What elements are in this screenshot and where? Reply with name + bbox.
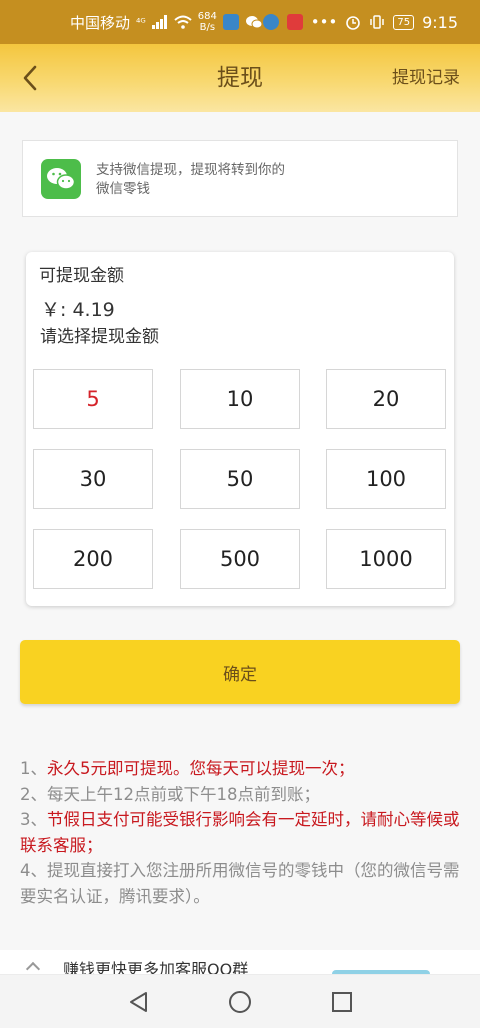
amount-card: 可提现金额 ￥: 4.19 请选择提现金额 5 10 20 30 50 100 … [26, 252, 454, 606]
clock: 9:15 [422, 12, 458, 32]
withdraw-notes: 1、永久5元即可提现。您每天可以提现一次； 2、每天上午12点前或下午18点前到… [20, 756, 460, 909]
amount-option-5[interactable]: 5 [33, 369, 153, 429]
note-item: 1、永久5元即可提现。您每天可以提现一次； [20, 759, 355, 778]
select-amount-prompt: 请选择提现金额 [40, 327, 159, 347]
amount-option-20[interactable]: 20 [326, 369, 446, 429]
signal-icon: ⁴ᴳ [136, 15, 146, 29]
promo-text: 赚钱更快更多加客服QQ群 [63, 960, 249, 974]
amount-option-1000[interactable]: 1000 [326, 529, 446, 589]
system-nav-bar [0, 974, 480, 1028]
carrier-name: 中国移动 [70, 13, 131, 32]
triangle-back-icon [130, 992, 147, 1012]
amount-options-grid: 5 10 20 30 50 100 200 500 1000 [33, 369, 447, 590]
amount-option-200[interactable]: 200 [33, 529, 153, 589]
square-recent-icon [332, 992, 352, 1012]
battery-icon: 75 [393, 14, 415, 30]
amount-option-10[interactable]: 10 [180, 369, 300, 429]
amount-option-30[interactable]: 30 [33, 449, 153, 509]
amount-option-500[interactable]: 500 [180, 529, 300, 589]
app-header: 提现 提现记录 [0, 44, 480, 112]
wechat-notification-icon [245, 16, 263, 29]
available-balance: ￥: 4.19 [41, 299, 115, 321]
available-amount-label: 可提现金额 [39, 266, 124, 286]
promo-arrow-icon [25, 961, 41, 974]
withdraw-history-link[interactable]: 提现记录 [392, 44, 460, 112]
wechat-withdraw-card: 支持微信提现，提现将转到你的微信零钱 [22, 140, 458, 217]
nav-recent-button[interactable] [327, 987, 357, 1017]
amount-option-50[interactable]: 50 [180, 449, 300, 509]
chevron-left-icon [23, 65, 37, 91]
amount-option-100[interactable]: 100 [326, 449, 446, 509]
nav-home-button[interactable] [225, 987, 255, 1017]
status-bar: 中国移动 ⁴ᴳ 684 B/s ••• 75 9:15 [0, 0, 480, 44]
note-item: 2、每天上午12点前或下午18点前到账； [20, 784, 320, 804]
wifi-icon [174, 15, 192, 29]
net-speed: 684 B/s [197, 11, 217, 33]
nav-back-button[interactable] [123, 987, 153, 1017]
wechat-description: 支持微信提现，提现将转到你的微信零钱 [96, 162, 285, 197]
alarm-icon [346, 16, 361, 30]
back-button[interactable] [12, 60, 48, 96]
circle-home-icon [229, 991, 251, 1013]
note-item: 4、提现直接打入您注册所用微信号的零钱中（您的微信号需要实名认证，腾讯要求）。 [20, 861, 460, 906]
qq-group-promo[interactable]: 赚钱更快更多加客服QQ群 [0, 950, 480, 974]
browser-notification-icon [262, 14, 279, 30]
wechat-icon [41, 159, 81, 199]
vibrate-icon [370, 15, 385, 29]
signal-bars-icon [151, 15, 167, 29]
news-notification-icon [286, 14, 303, 30]
more-dots-icon: ••• [310, 13, 338, 31]
confirm-button[interactable]: 确定 [20, 640, 460, 704]
note-item: 3、节假日支付可能受银行影响会有一定延时，请耐心等候或联系客服； [20, 810, 460, 855]
notification-app-icon [222, 14, 239, 30]
